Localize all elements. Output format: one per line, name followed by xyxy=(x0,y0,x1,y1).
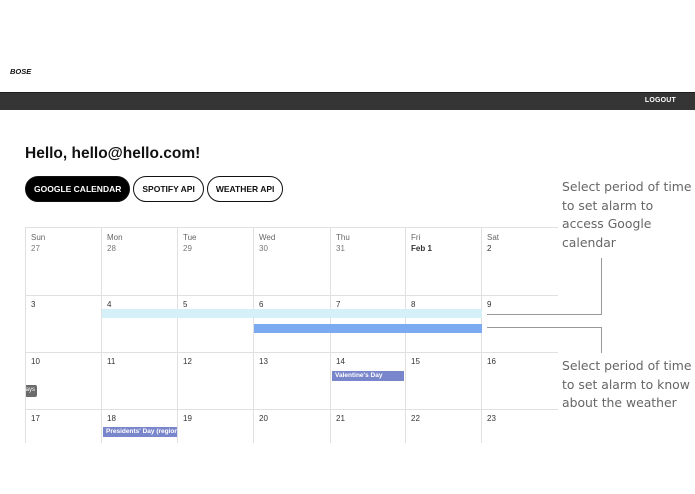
annotation-connector-horizontal-bottom xyxy=(487,327,602,328)
calendar-day-cell[interactable]: 9 xyxy=(482,296,558,353)
event-presidents-day[interactable]: Presidents' Day (regional holiday) xyxy=(103,427,177,437)
day-number: 19 xyxy=(183,414,192,423)
annotation-connector-vertical-bottom xyxy=(601,327,602,353)
month-calendar: Sun 27 Mon 28 Tue 29 Wed 30 Thu 31 Fri Feb 1 Sat 2 3 4 5… xyxy=(25,227,558,443)
day-number: 9 xyxy=(487,300,492,309)
calendar-day-cell[interactable]: 3 xyxy=(26,296,102,353)
weekday-label: Wed xyxy=(259,233,276,242)
tab-spotify-api[interactable]: SPOTIFY API xyxy=(133,176,204,202)
day-number: 29 xyxy=(183,244,192,253)
day-number: 18 xyxy=(107,414,116,423)
weekday-label: Thu xyxy=(336,233,350,242)
day-number: 16 xyxy=(487,357,496,366)
day-number: 28 xyxy=(107,244,116,253)
day-number: 11 xyxy=(107,357,116,366)
day-number: 21 xyxy=(336,414,345,423)
selection-range-weather[interactable] xyxy=(254,324,482,333)
svg-text:BOSE: BOSE xyxy=(10,67,32,75)
day-number: 13 xyxy=(259,357,268,366)
calendar-day-cell[interactable]: Sun 27 xyxy=(26,228,102,296)
calendar-day-cell[interactable]: 17 xyxy=(26,410,102,443)
annotation-connector-horizontal-top xyxy=(487,314,602,315)
calendar-day-cell[interactable]: 11 xyxy=(102,353,178,410)
greeting-heading: Hello, hello@hello.com! xyxy=(25,145,201,162)
event-valentines-day[interactable]: Valentine's Day xyxy=(332,371,404,381)
calendar-day-cell[interactable]: 5 xyxy=(178,296,254,353)
tab-weather-api[interactable]: WEATHER API xyxy=(206,176,284,202)
day-number: 12 xyxy=(183,357,192,366)
calendar-day-cell[interactable]: 16 xyxy=(482,353,558,410)
weekday-label: Tue xyxy=(183,233,197,242)
day-number: 15 xyxy=(411,357,420,366)
day-number: 7 xyxy=(336,300,341,309)
tab-google-calendar[interactable]: GOOGLE CALENDAR xyxy=(25,176,131,202)
calendar-day-cell[interactable]: 14 xyxy=(331,353,406,410)
day-number: Feb 1 xyxy=(411,244,432,253)
calendar-day-cell[interactable]: 19 xyxy=(178,410,254,443)
api-tabs: GOOGLE CALENDAR SPOTIFY API WEATHER API xyxy=(25,176,284,202)
day-number: 5 xyxy=(183,300,188,309)
day-number: 14 xyxy=(336,357,345,366)
top-navigation-bar: LOGOUT xyxy=(0,92,695,110)
calendar-day-cell[interactable]: Tue 29 xyxy=(178,228,254,296)
weekday-label: Mon xyxy=(107,233,123,242)
day-number: 10 xyxy=(31,357,40,366)
calendar-day-cell[interactable]: 15 xyxy=(406,353,482,410)
calendar-day-cell[interactable]: 4 xyxy=(102,296,178,353)
calendar-day-cell[interactable]: 22 xyxy=(406,410,482,443)
bose-logo: BOSE xyxy=(10,67,32,75)
annotation-weather: Select period of time to set alarm to kn… xyxy=(562,358,692,411)
day-number: 4 xyxy=(107,300,112,309)
calendar-day-cell[interactable]: 10 xyxy=(26,353,102,410)
calendar-day-cell[interactable]: 20 xyxy=(254,410,331,443)
day-number: 27 xyxy=(31,244,40,253)
calendar-day-cell[interactable]: 12 xyxy=(178,353,254,410)
calendar-day-cell[interactable]: Wed 30 xyxy=(254,228,331,296)
calendar-day-cell[interactable]: 21 xyxy=(331,410,406,443)
calendar-day-cell[interactable]: 23 xyxy=(482,410,558,443)
day-number: 6 xyxy=(259,300,264,309)
holidays-more-pill[interactable]: Holidays xyxy=(26,385,37,397)
weekday-label: Sun xyxy=(31,233,46,242)
calendar-day-cell[interactable]: Mon 28 xyxy=(102,228,178,296)
day-number: 22 xyxy=(411,414,420,423)
calendar-day-cell[interactable]: Thu 31 xyxy=(331,228,406,296)
logout-link[interactable]: LOGOUT xyxy=(645,97,676,104)
calendar-day-cell[interactable]: Fri Feb 1 xyxy=(406,228,482,296)
day-number: 17 xyxy=(31,414,40,423)
day-number: 3 xyxy=(31,300,36,309)
weekday-label: Sat xyxy=(487,233,500,242)
day-number: 8 xyxy=(411,300,416,309)
annotation-google-calendar: Select period of time to set alarm to ac… xyxy=(562,179,692,251)
day-number: 31 xyxy=(336,244,345,253)
day-number: 2 xyxy=(487,244,492,253)
calendar-day-cell[interactable]: 13 xyxy=(254,353,331,410)
calendar-day-cell[interactable]: Sat 2 xyxy=(482,228,558,296)
day-number: 20 xyxy=(259,414,268,423)
selection-range-google-calendar[interactable] xyxy=(102,309,482,318)
day-number: 30 xyxy=(259,244,268,253)
weekday-label: Fri xyxy=(411,233,421,242)
annotation-connector-vertical-top xyxy=(601,258,602,315)
day-number: 23 xyxy=(487,414,496,423)
